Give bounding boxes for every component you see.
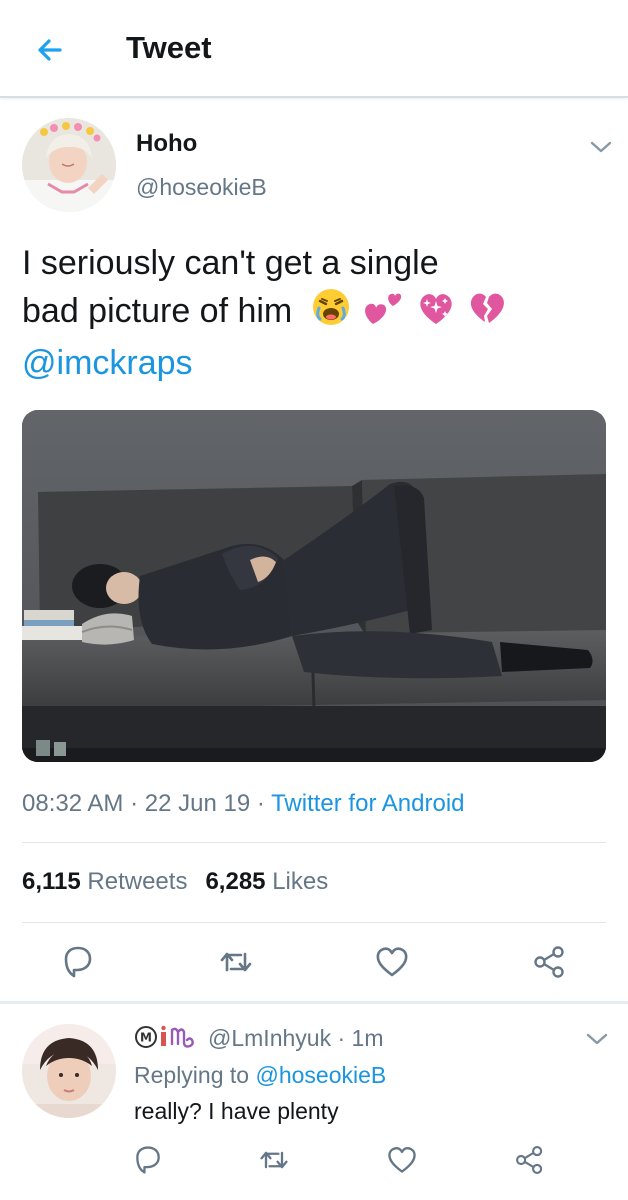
retweets-stat[interactable]: 6,115 Retweets bbox=[22, 868, 187, 895]
reply-header: M @LmInhyuk · 1m bbox=[134, 1024, 383, 1056]
reply-author-name-emojis[interactable]: M bbox=[134, 1024, 200, 1056]
share-icon[interactable] bbox=[532, 944, 568, 980]
likes-label: Likes bbox=[272, 868, 329, 895]
tweet-time: 08:32 AM bbox=[22, 790, 124, 817]
reply-text: really? I have plenty bbox=[134, 1098, 339, 1124]
author-name[interactable]: Hoho bbox=[136, 130, 197, 158]
mention-link[interactable]: @imckraps bbox=[22, 340, 612, 386]
tweet-text: I seriously can't get a single bad pictu… bbox=[22, 240, 612, 386]
reply-icon[interactable] bbox=[132, 1144, 164, 1176]
tired-face-emoji bbox=[310, 286, 352, 340]
top-app-bar: Tweet bbox=[0, 0, 628, 98]
retweets-label: Retweets bbox=[87, 868, 188, 895]
meta-separator: · bbox=[130, 790, 139, 817]
reply-separator: · bbox=[337, 1025, 346, 1052]
replying-to-line: Replying to @hoseokieB bbox=[134, 1062, 386, 1089]
svg-text:M: M bbox=[140, 1031, 152, 1045]
like-icon[interactable] bbox=[386, 1144, 418, 1176]
reply-time: 1m bbox=[351, 1025, 384, 1052]
share-icon[interactable] bbox=[514, 1144, 546, 1176]
section-divider bbox=[0, 1001, 628, 1004]
tweet-source-link[interactable]: Twitter for Android bbox=[271, 790, 464, 817]
reply-author-handle[interactable]: @LmInhyuk bbox=[208, 1025, 331, 1051]
chevron-down-icon[interactable] bbox=[584, 1030, 610, 1048]
tweet-text-line-1: I seriously can't get a single bbox=[22, 244, 439, 282]
tweet-photo[interactable] bbox=[22, 410, 606, 762]
divider bbox=[22, 922, 606, 923]
broken-heart-emoji bbox=[466, 286, 508, 340]
retweets-count: 6,115 bbox=[22, 868, 81, 895]
likes-count: 6,285 bbox=[205, 868, 266, 895]
tweet-timestamp: 08:32 AM · 22 Jun 19 · Twitter for Andro… bbox=[22, 790, 465, 818]
author-avatar[interactable] bbox=[22, 118, 116, 212]
author-handle[interactable]: @hoseokieB bbox=[136, 174, 267, 201]
reply-icon[interactable] bbox=[60, 944, 96, 980]
retweet-icon[interactable] bbox=[218, 944, 254, 980]
back-arrow-icon[interactable] bbox=[30, 30, 70, 70]
tweet-text-line-2-text: bad picture of him bbox=[22, 291, 293, 330]
two-hearts-emoji bbox=[361, 286, 405, 340]
tweet-date: 22 Jun 19 bbox=[144, 790, 251, 817]
like-icon[interactable] bbox=[374, 944, 410, 980]
tweet-text-line-2: bad picture of him bbox=[22, 286, 612, 340]
page-title: Tweet bbox=[126, 30, 212, 65]
chevron-down-icon[interactable] bbox=[588, 138, 614, 156]
sparkling-heart-emoji bbox=[415, 286, 457, 340]
likes-stat[interactable]: 6,285 Likes bbox=[205, 868, 328, 895]
divider bbox=[22, 842, 606, 843]
meta-separator: · bbox=[256, 790, 265, 817]
replying-prefix: Replying to bbox=[134, 1062, 250, 1088]
replying-to-mention[interactable]: @hoseokieB bbox=[255, 1062, 386, 1088]
reply-author-avatar[interactable] bbox=[22, 1024, 116, 1118]
retweet-icon[interactable] bbox=[258, 1144, 290, 1176]
tweet-stats: 6,115 Retweets 6,285 Likes bbox=[22, 868, 328, 896]
